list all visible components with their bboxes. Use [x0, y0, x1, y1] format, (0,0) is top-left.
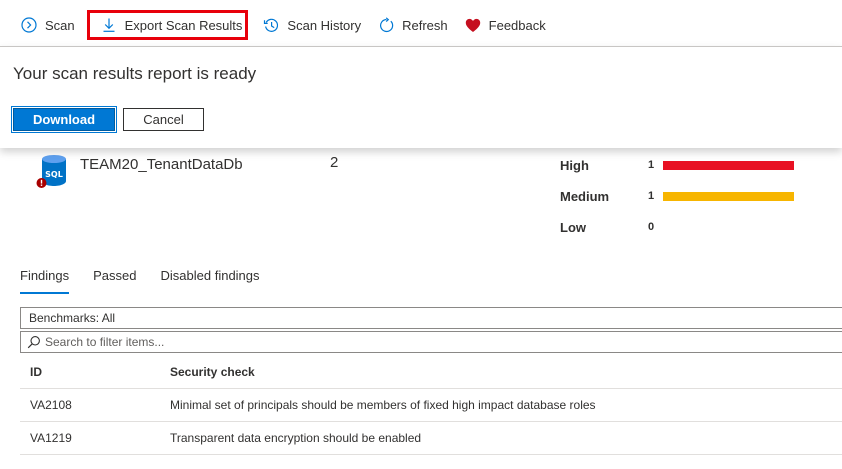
severity-label: Low [560, 219, 586, 235]
search-icon [27, 335, 41, 349]
results-tabs: Findings Passed Disabled findings [20, 268, 284, 294]
tab-findings[interactable]: Findings [20, 268, 70, 294]
scan-history-button[interactable]: Scan History [262, 10, 361, 40]
chevron-circle-icon [20, 16, 38, 34]
refresh-icon [377, 16, 395, 34]
panel-title: Your scan results report is ready [13, 64, 257, 83]
database-name: TEAM20_TenantDataDb [80, 156, 243, 173]
history-label: Scan History [287, 17, 362, 33]
finding-id: VA1219 [30, 431, 72, 445]
refresh-button[interactable]: Refresh [377, 10, 448, 40]
download-icon [100, 16, 118, 34]
feedback-label: Feedback [488, 17, 546, 33]
severity-low: Low 0 [560, 217, 820, 237]
table-row[interactable]: VA2108 Minimal set of principals should … [20, 389, 842, 422]
table-header-row: ID Security check [20, 356, 842, 389]
severity-bar-low [663, 223, 794, 232]
severity-label: Medium [560, 188, 610, 204]
cancel-button[interactable]: Cancel [123, 108, 204, 131]
finding-id: VA2108 [30, 398, 72, 412]
search-box[interactable] [20, 331, 842, 353]
severity-count: 1 [648, 159, 655, 171]
failed-checks-count: 2 [330, 154, 339, 171]
severity-label: High [560, 157, 589, 173]
search-input[interactable] [45, 335, 745, 349]
benchmarks-filter[interactable]: Benchmarks: All [20, 307, 842, 329]
scan-label: Scan [45, 17, 75, 33]
severity-medium: Medium 1 [560, 186, 820, 206]
history-icon [262, 16, 280, 34]
export-scan-results-button[interactable]: Export Scan Results [86, 10, 249, 40]
severity-bar-high [663, 160, 794, 170]
findings-table: ID Security check VA2108 Minimal set of … [20, 356, 842, 455]
severity-bar-medium [663, 191, 794, 201]
sql-database-icon: SQL [36, 153, 70, 189]
download-button[interactable]: Download [11, 106, 117, 133]
tab-passed[interactable]: Passed [93, 268, 136, 294]
command-bar: Scan Export Scan Results Scan History Re… [0, 0, 842, 50]
table-row[interactable]: VA1219 Transparent data encryption shoul… [20, 422, 842, 455]
column-header-id[interactable]: ID [30, 365, 42, 379]
column-header-security-check[interactable]: Security check [170, 365, 255, 379]
heart-icon [464, 16, 482, 34]
scan-button[interactable]: Scan [20, 10, 75, 40]
severity-high: High 1 [560, 155, 820, 175]
finding-security-check: Minimal set of principals should be memb… [170, 398, 596, 412]
feedback-button[interactable]: Feedback [464, 10, 546, 40]
finding-security-check: Transparent data encryption should be en… [170, 431, 422, 445]
database-summary: SQL TEAM20_TenantDataDb 2 High 1 Medium … [0, 148, 842, 248]
report-ready-panel: Your scan results report is ready Downlo… [0, 46, 842, 148]
severity-count: 1 [648, 190, 655, 202]
refresh-label: Refresh [402, 17, 448, 33]
sql-icon-text: SQL [45, 170, 63, 179]
severity-count: 0 [648, 221, 655, 233]
tab-disabled-findings[interactable]: Disabled findings [161, 268, 260, 294]
export-label: Export Scan Results [124, 17, 243, 33]
